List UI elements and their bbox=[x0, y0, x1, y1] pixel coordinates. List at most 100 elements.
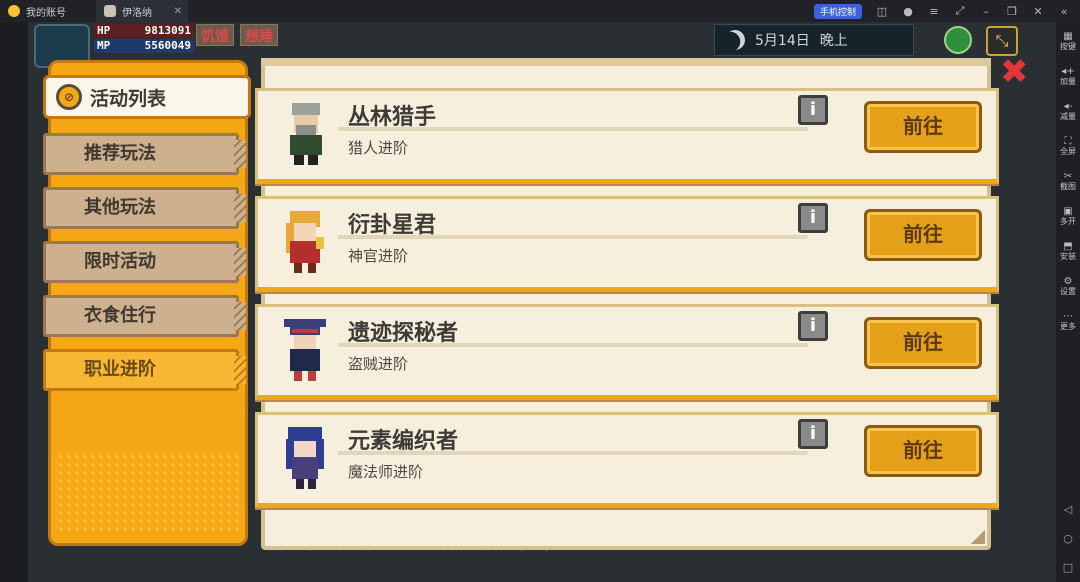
activity-subtitle: 猎人进阶 bbox=[348, 139, 409, 157]
back-icon[interactable]: ◁ bbox=[1064, 503, 1072, 516]
time-of-day: 晚上 bbox=[819, 33, 848, 49]
gamepad-icon[interactable]: ◫ bbox=[876, 5, 888, 18]
phone-control-button[interactable]: 手机控制 bbox=[813, 3, 862, 19]
mp-bar: MP 5560049 bbox=[94, 39, 194, 53]
moon-icon bbox=[722, 27, 748, 53]
go-button[interactable]: 前往 bbox=[864, 101, 982, 153]
emulator-sidebar: ▦ 按键 ◂+ 加量 ◂- 减量 ⛶ 全屏 ✂ 截图 ▣ 多开 ⬒ 安装 ⚙ 设置 ⋯ 更多 ◁ … bbox=[1056, 22, 1080, 582]
more-icon: ⋯ bbox=[1063, 311, 1073, 322]
activity-title: 元素编织者 bbox=[348, 429, 459, 454]
close-icon[interactable]: ✕ bbox=[1032, 5, 1044, 18]
activity-list-panel: 丛林猎手 猎人进阶 i 前往 衍卦星君 神官进阶 i 前往 遗迹探秘者 盗贼进阶… bbox=[255, 58, 999, 550]
settings-icon: ⚙ bbox=[1063, 276, 1073, 287]
volume-up-icon: ◂+ bbox=[1061, 66, 1075, 77]
sidebar-item-volume-down[interactable]: ◂- 减量 bbox=[1060, 96, 1076, 127]
tab-game[interactable]: 伊洛纳 ✕ bbox=[96, 0, 188, 22]
player-stats: HP 9813091 MP 5560049 bbox=[94, 24, 194, 54]
mp-value: 5560049 bbox=[144, 39, 191, 52]
activity-subtitle: 盗贼进阶 bbox=[348, 355, 409, 373]
sidebar-item-multi[interactable]: ▣ 多开 bbox=[1060, 201, 1076, 232]
sidebar-label: 安装 bbox=[1060, 252, 1076, 261]
go-button[interactable]: 前往 bbox=[864, 317, 982, 369]
activity-card: 遗迹探秘者 盗贼进阶 i 前往 bbox=[255, 304, 999, 400]
app-icon bbox=[104, 5, 116, 17]
tab-label: 伊洛纳 bbox=[122, 7, 152, 19]
hp-bar: HP 9813091 bbox=[94, 24, 194, 38]
sidebar-label: 更多 bbox=[1060, 322, 1076, 331]
keyboard-icon: ▦ bbox=[1063, 31, 1073, 42]
activity-title: 丛林猎手 bbox=[348, 105, 437, 130]
menu-item-other[interactable]: 其他玩法 bbox=[43, 187, 246, 229]
fullscreen-icon: ⛶ bbox=[1064, 136, 1072, 147]
activity-subtitle: 魔法师进阶 bbox=[348, 463, 424, 481]
status-sleepy: 想睡 bbox=[240, 24, 278, 46]
sidebar-item-install[interactable]: ⬒ 安装 bbox=[1060, 236, 1076, 267]
install-icon: ⬒ bbox=[1063, 241, 1073, 252]
activity-title: 衍卦星君 bbox=[348, 213, 437, 238]
activity-subtitle: 神官进阶 bbox=[348, 247, 409, 265]
game-viewport: HP9813091 MP5560049 饥饿 想睡 5月14日 晚上 ⤡ ✖ 【… bbox=[28, 22, 1056, 582]
sidebar-label: 减量 bbox=[1060, 112, 1076, 121]
collapse-icon[interactable]: « bbox=[1058, 5, 1070, 18]
sidebar-label: 加量 bbox=[1060, 77, 1076, 86]
sidebar-label: 多开 bbox=[1060, 217, 1076, 226]
sidebar-item-keys[interactable]: ▦ 按键 bbox=[1060, 26, 1076, 57]
hunter-avatar bbox=[290, 103, 322, 165]
mage-avatar bbox=[286, 427, 324, 489]
multi-instance-icon: ▣ bbox=[1063, 206, 1073, 217]
go-button[interactable]: 前往 bbox=[864, 425, 982, 477]
menu-icon[interactable]: ≡ bbox=[928, 5, 940, 18]
menu-header-title: 活动列表 bbox=[90, 87, 167, 110]
emulator-titlebar: 我的账号 伊洛纳 ✕ 手机控制 ◫ ● ≡ ⤢ – ❐ ✕ « bbox=[0, 0, 1080, 22]
menu-item-recommended[interactable]: 推荐玩法 bbox=[43, 133, 246, 175]
info-button[interactable]: i bbox=[798, 419, 828, 449]
go-button[interactable]: 前往 bbox=[864, 209, 982, 261]
close-panel-icon[interactable]: ✖ bbox=[1000, 52, 1030, 92]
panel-pattern bbox=[57, 453, 239, 533]
tab-label: 我的账号 bbox=[26, 7, 66, 19]
thief-avatar bbox=[284, 319, 326, 381]
date-text: 5月14日 bbox=[755, 33, 810, 49]
menu-item-job-advance[interactable]: 职业进阶 bbox=[43, 349, 246, 391]
home-icon[interactable]: ○ bbox=[1063, 532, 1073, 545]
activity-list-icon: ⊘ bbox=[56, 84, 82, 110]
sidebar-label: 设置 bbox=[1060, 287, 1076, 296]
user-icon[interactable]: ● bbox=[902, 5, 914, 18]
mp-label: MP bbox=[97, 39, 111, 52]
menu-header: ⊘ 活动列表 bbox=[43, 75, 251, 119]
minimize-icon[interactable]: – bbox=[980, 5, 992, 18]
sidebar-item-screenshot[interactable]: ✂ 截图 bbox=[1060, 166, 1076, 197]
scissors-icon: ✂ bbox=[1063, 171, 1073, 182]
hp-value: 9813091 bbox=[144, 24, 191, 37]
info-button[interactable]: i bbox=[798, 311, 828, 341]
sidebar-label: 截图 bbox=[1060, 182, 1076, 191]
info-button[interactable]: i bbox=[798, 95, 828, 125]
expand-icon[interactable]: ⤢ bbox=[954, 4, 966, 18]
activity-card: 丛林猎手 猎人进阶 i 前往 bbox=[255, 88, 999, 184]
sidebar-item-settings[interactable]: ⚙ 设置 bbox=[1060, 271, 1076, 302]
menu-item-limited[interactable]: 限时活动 bbox=[43, 241, 246, 283]
activity-card: 元素编织者 魔法师进阶 i 前往 bbox=[255, 412, 999, 508]
resize-corner[interactable] bbox=[971, 530, 985, 544]
date-time-display: 5月14日 晚上 bbox=[714, 24, 914, 56]
recents-icon[interactable]: □ bbox=[1063, 561, 1073, 574]
hp-label: HP bbox=[97, 24, 111, 37]
sidebar-item-fullscreen[interactable]: ⛶ 全屏 bbox=[1060, 131, 1076, 162]
restore-icon[interactable]: ❐ bbox=[1006, 5, 1018, 18]
volume-down-icon: ◂- bbox=[1063, 101, 1073, 112]
tab-close-icon[interactable]: ✕ bbox=[174, 6, 182, 17]
priest-avatar bbox=[286, 211, 324, 273]
world-map-icon[interactable] bbox=[944, 26, 972, 54]
activity-menu-panel: ⊘ 活动列表 推荐玩法 其他玩法 限时活动 衣食住行 职业进阶 bbox=[43, 60, 251, 546]
activity-card: 衍卦星君 神官进阶 i 前往 bbox=[255, 196, 999, 292]
sidebar-item-more[interactable]: ⋯ 更多 bbox=[1060, 306, 1076, 337]
activity-title: 遗迹探秘者 bbox=[348, 321, 459, 346]
sidebar-label: 全屏 bbox=[1060, 147, 1076, 156]
emulator-logo-icon bbox=[8, 5, 20, 17]
menu-item-living[interactable]: 衣食住行 bbox=[43, 295, 246, 337]
sidebar-item-volume-up[interactable]: ◂+ 加量 bbox=[1060, 61, 1076, 92]
tab-my-account[interactable]: 我的账号 bbox=[0, 0, 96, 22]
status-hungry: 饥饿 bbox=[196, 24, 234, 46]
sidebar-label: 按键 bbox=[1060, 42, 1076, 51]
info-button[interactable]: i bbox=[798, 203, 828, 233]
